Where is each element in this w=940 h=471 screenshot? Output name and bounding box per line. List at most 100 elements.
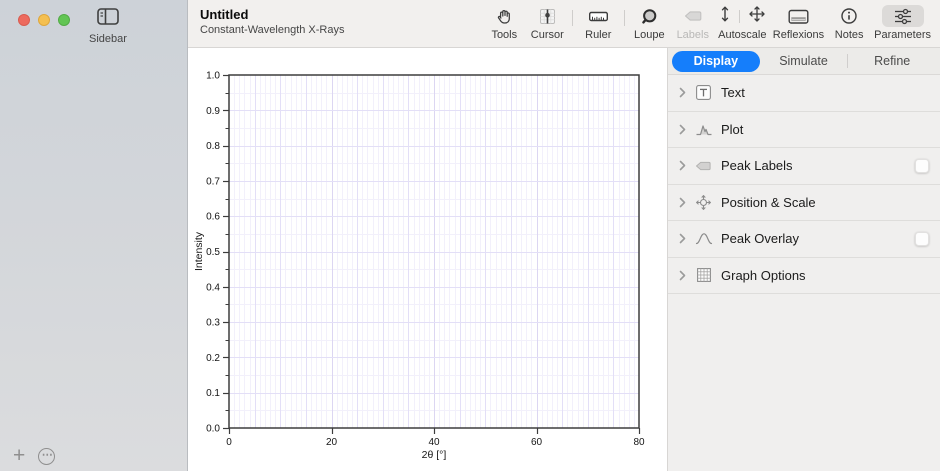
chevron-right-icon[interactable]	[679, 197, 686, 208]
section-peak-labels[interactable]: Peak Labels	[668, 148, 940, 185]
autoscale-vertical-button[interactable]	[718, 4, 732, 29]
section-label: Plot	[721, 122, 743, 137]
labels-button[interactable]: Labels	[674, 3, 712, 45]
tools-label: Tools	[491, 29, 517, 41]
section-label: Text	[721, 85, 745, 100]
loupe-button[interactable]: Loupe	[631, 3, 668, 45]
app-window: Sidebar + ⋯ Untitled Constant-Wavelength…	[0, 0, 940, 471]
text-icon	[693, 84, 714, 101]
cursor-button[interactable]: Cursor	[529, 3, 566, 45]
svg-text:0.1: 0.1	[206, 388, 220, 399]
tab-simulate[interactable]: Simulate	[760, 51, 848, 72]
ruler-label: Ruler	[585, 29, 611, 41]
chevron-right-icon[interactable]	[679, 160, 686, 171]
section-graph-options[interactable]: Graph Options	[668, 258, 940, 295]
svg-text:0.8: 0.8	[206, 141, 220, 152]
tab-display[interactable]: Display	[672, 51, 760, 72]
svg-text:60: 60	[531, 437, 543, 448]
document-subtitle: Constant-Wavelength X-Rays	[200, 24, 345, 36]
svg-text:0: 0	[226, 437, 232, 448]
notes-label: Notes	[835, 29, 864, 41]
sidebar-footer: + ⋯	[0, 441, 187, 471]
parameters-label: Parameters	[874, 29, 931, 41]
sliders-icon	[882, 5, 924, 27]
toolbar-separator	[624, 10, 625, 26]
label-tag-icon	[674, 5, 712, 27]
parameters-panel: Display Simulate Refine Text	[667, 48, 940, 471]
notes-button[interactable]: Notes	[830, 3, 868, 45]
panel-tab-bar: Display Simulate Refine	[668, 48, 940, 75]
chevron-right-icon[interactable]	[679, 87, 686, 98]
info-circle-icon	[830, 5, 868, 27]
svg-text:1.0: 1.0	[206, 71, 220, 82]
section-position-scale[interactable]: Position & Scale	[668, 185, 940, 222]
svg-text:80: 80	[633, 437, 645, 448]
svg-text:0.0: 0.0	[206, 424, 220, 435]
diffraction-chart[interactable]: 0.0 0.1 0.2 0.3 0.4 0.5 0.6 0.7 0.8 0.9 1.0 0 20 40 60…	[188, 48, 667, 471]
hand-tool-icon	[486, 5, 523, 27]
sidebar-toggle-button[interactable]: Sidebar	[78, 8, 138, 45]
position-scale-icon	[693, 194, 714, 211]
document-title-block: Untitled Constant-Wavelength X-Rays	[200, 7, 345, 36]
close-window-button[interactable]	[18, 14, 30, 26]
toolbar-separator	[572, 10, 573, 26]
parameters-button[interactable]: Parameters	[874, 3, 931, 45]
toolbar-mini-separator	[739, 10, 740, 23]
svg-text:0.9: 0.9	[206, 106, 220, 117]
svg-text:20: 20	[326, 437, 338, 448]
svg-text:0.2: 0.2	[206, 353, 220, 364]
graph-options-icon	[693, 267, 714, 283]
cursor-grid-icon	[529, 5, 566, 27]
chevron-right-icon[interactable]	[679, 124, 686, 135]
peak-overlay-icon	[693, 232, 714, 245]
more-options-button[interactable]: ⋯	[38, 448, 55, 465]
zoom-window-button[interactable]	[58, 14, 70, 26]
window-controls	[18, 14, 70, 26]
svg-text:40: 40	[428, 437, 440, 448]
section-label: Peak Labels	[721, 158, 793, 173]
ruler-button[interactable]: Ruler	[579, 3, 618, 45]
chevron-right-icon[interactable]	[679, 270, 686, 281]
tab-refine[interactable]: Refine	[848, 51, 936, 72]
svg-text:0.4: 0.4	[206, 282, 220, 293]
autoscale-label: Autoscale	[718, 29, 766, 41]
minimize-window-button[interactable]	[38, 14, 50, 26]
reflexions-panel-icon	[778, 5, 819, 27]
add-button[interactable]: +	[13, 447, 25, 465]
loupe-label: Loupe	[634, 29, 665, 41]
cursor-label: Cursor	[531, 29, 564, 41]
svg-text:0.5: 0.5	[206, 247, 220, 258]
svg-text:0.3: 0.3	[206, 318, 220, 329]
tools-button[interactable]: Tools	[486, 3, 523, 45]
svg-text:0.7: 0.7	[206, 176, 220, 187]
labels-label: Labels	[677, 29, 709, 41]
svg-text:Intensity: Intensity	[193, 231, 205, 271]
document-title: Untitled	[200, 7, 345, 22]
plot-icon	[693, 122, 714, 136]
svg-text:2θ [°]: 2θ [°]	[422, 449, 447, 461]
chevron-right-icon[interactable]	[679, 233, 686, 244]
section-label: Graph Options	[721, 268, 806, 283]
peak-labels-icon	[693, 160, 714, 172]
autoscale-group: Autoscale	[718, 3, 767, 45]
toolbar-actions: Tools Cursor	[486, 3, 931, 45]
reflexions-label: Reflexions	[773, 29, 824, 41]
section-plot[interactable]: Plot	[668, 112, 940, 149]
peak-labels-checkbox[interactable]	[915, 159, 929, 173]
reflexions-button[interactable]: Reflexions	[773, 3, 824, 45]
section-peak-overlay[interactable]: Peak Overlay	[668, 221, 940, 258]
autoscale-all-button[interactable]	[747, 4, 767, 29]
section-label: Position & Scale	[721, 195, 816, 210]
sidebar-icon	[97, 8, 119, 30]
panel-sections: Text Plot	[668, 75, 940, 294]
ruler-icon	[579, 5, 618, 27]
diffraction-plot-area[interactable]: 0.0 0.1 0.2 0.3 0.4 0.5 0.6 0.7 0.8 0.9 1.0 0 20 40 60…	[188, 48, 667, 471]
sidebar-toggle-label: Sidebar	[78, 33, 138, 45]
loupe-icon	[631, 5, 668, 27]
section-text[interactable]: Text	[668, 75, 940, 112]
peak-overlay-checkbox[interactable]	[915, 232, 929, 246]
svg-text:0.6: 0.6	[206, 212, 220, 223]
sidebar: Sidebar + ⋯	[0, 0, 188, 471]
toolbar: Untitled Constant-Wavelength X-Rays Tool…	[188, 0, 940, 48]
section-label: Peak Overlay	[721, 231, 799, 246]
